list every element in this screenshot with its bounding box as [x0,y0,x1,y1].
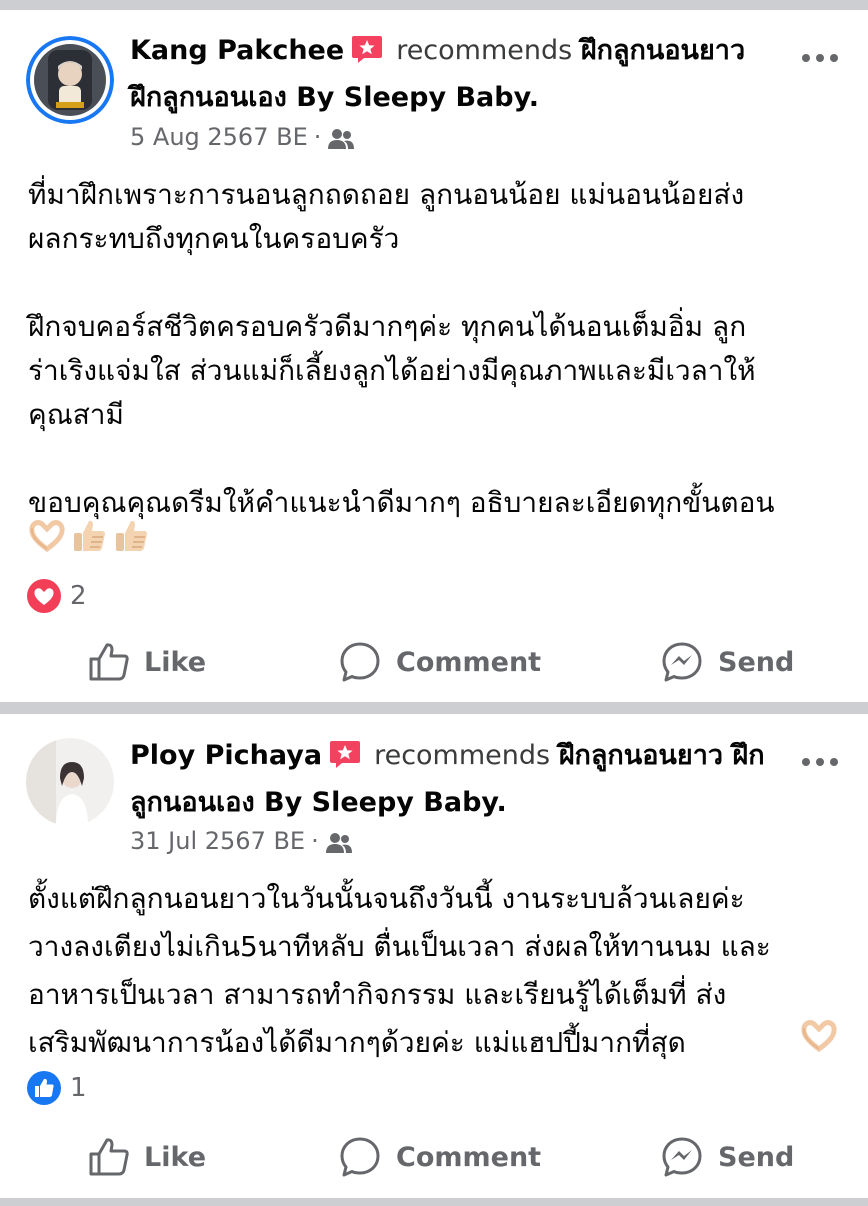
comment-label: Comment [396,1141,542,1173]
messenger-icon [662,1137,702,1177]
emoji-row [800,1017,838,1055]
like-icon [89,1138,129,1176]
comment-icon [340,1137,380,1177]
action-bar: Like Comment Send [0,1132,868,1182]
thumbs-up-emoji-icon [116,520,147,551]
post-header: Kang Pakchee recommends ฝึกลูกนอนยาว ฝึกล… [130,27,770,121]
reaction-summary[interactable]: 1 [26,1070,87,1106]
heart-hands-emoji-icon [29,520,65,553]
action-bar: Like Comment Send [0,637,868,687]
love-reaction-icon [27,579,61,613]
comment-icon [340,642,380,682]
send-button[interactable]: Send [660,1132,794,1182]
reaction-count: 1 [70,1073,87,1103]
like-label: Like [144,1141,207,1173]
more-options-icon[interactable] [800,48,840,68]
send-label: Send [718,1141,795,1173]
like-icon [89,643,129,681]
like-button[interactable]: Like [88,637,206,687]
friends-icon [325,833,352,853]
post-body: ตั้งแต่ฝึกลูกนอนยาวในวันนั้นจนถึงวันนี้ … [28,875,848,1067]
post-date[interactable]: 31 Jul 2567 BE [130,827,305,855]
recommends-verb: recommends [374,740,551,771]
comment-button[interactable]: Comment [338,637,541,687]
post-paragraph: ที่มาฝึกเพราะการนอนลูกถดถอย ลูกนอนน้อย แ… [28,178,745,255]
thumbs-up-emoji-icon [74,520,105,551]
separator-dot: · [313,123,322,151]
post-paragraph: ขอบคุณคุณดรีมให้คำแนะนำดีมากๆ อธิบายละเอ… [28,486,775,519]
post-body: ที่มาฝึกเพราะการนอนลูกถดถอย ลูกนอนน้อย แ… [28,173,848,525]
comment-button[interactable]: Comment [338,1132,541,1182]
recommends-verb: recommends [396,35,573,66]
post-meta: 31 Jul 2567 BE · [130,826,353,856]
post-paragraph: ฝึกจบคอร์สชีวิตครอบครัวดีมากๆค่ะ ทุกคนได… [28,310,756,431]
separator-dot: · [311,827,319,855]
recommend-badge-icon [328,737,362,768]
reaction-count: 2 [70,581,87,611]
send-label: Send [718,646,795,678]
friends-icon [328,129,355,149]
author-name[interactable]: Ploy Pichaya [130,740,322,771]
author-avatar[interactable] [26,738,114,826]
comment-label: Comment [396,646,542,678]
send-button[interactable]: Send [660,637,794,687]
like-button[interactable]: Like [88,1132,206,1182]
heart-hands-emoji-icon [801,1020,837,1053]
like-label: Like [144,646,207,678]
emoji-row [28,517,150,555]
author-name[interactable]: Kang Pakchee [130,35,344,66]
review-post: Ploy Pichaya recommends ฝึกลูกนอนยาว ฝึกล… [0,714,868,1198]
post-date[interactable]: 5 Aug 2567 BE [130,123,308,151]
author-avatar[interactable] [26,36,114,124]
post-meta: 5 Aug 2567 BE · [130,122,355,152]
messenger-icon [662,642,702,682]
like-reaction-icon [27,1071,61,1105]
reaction-summary[interactable]: 2 [26,578,87,614]
more-options-icon[interactable] [800,752,840,772]
review-post: Kang Pakchee recommends ฝึกลูกนอนยาว ฝึกล… [0,10,868,702]
recommend-badge-icon [350,32,384,63]
post-header: Ploy Pichaya recommends ฝึกลูกนอนยาว ฝึกล… [130,732,770,826]
post-paragraph: ตั้งแต่ฝึกลูกนอนยาวในวันนั้นจนถึงวันนี้ … [28,882,771,1059]
